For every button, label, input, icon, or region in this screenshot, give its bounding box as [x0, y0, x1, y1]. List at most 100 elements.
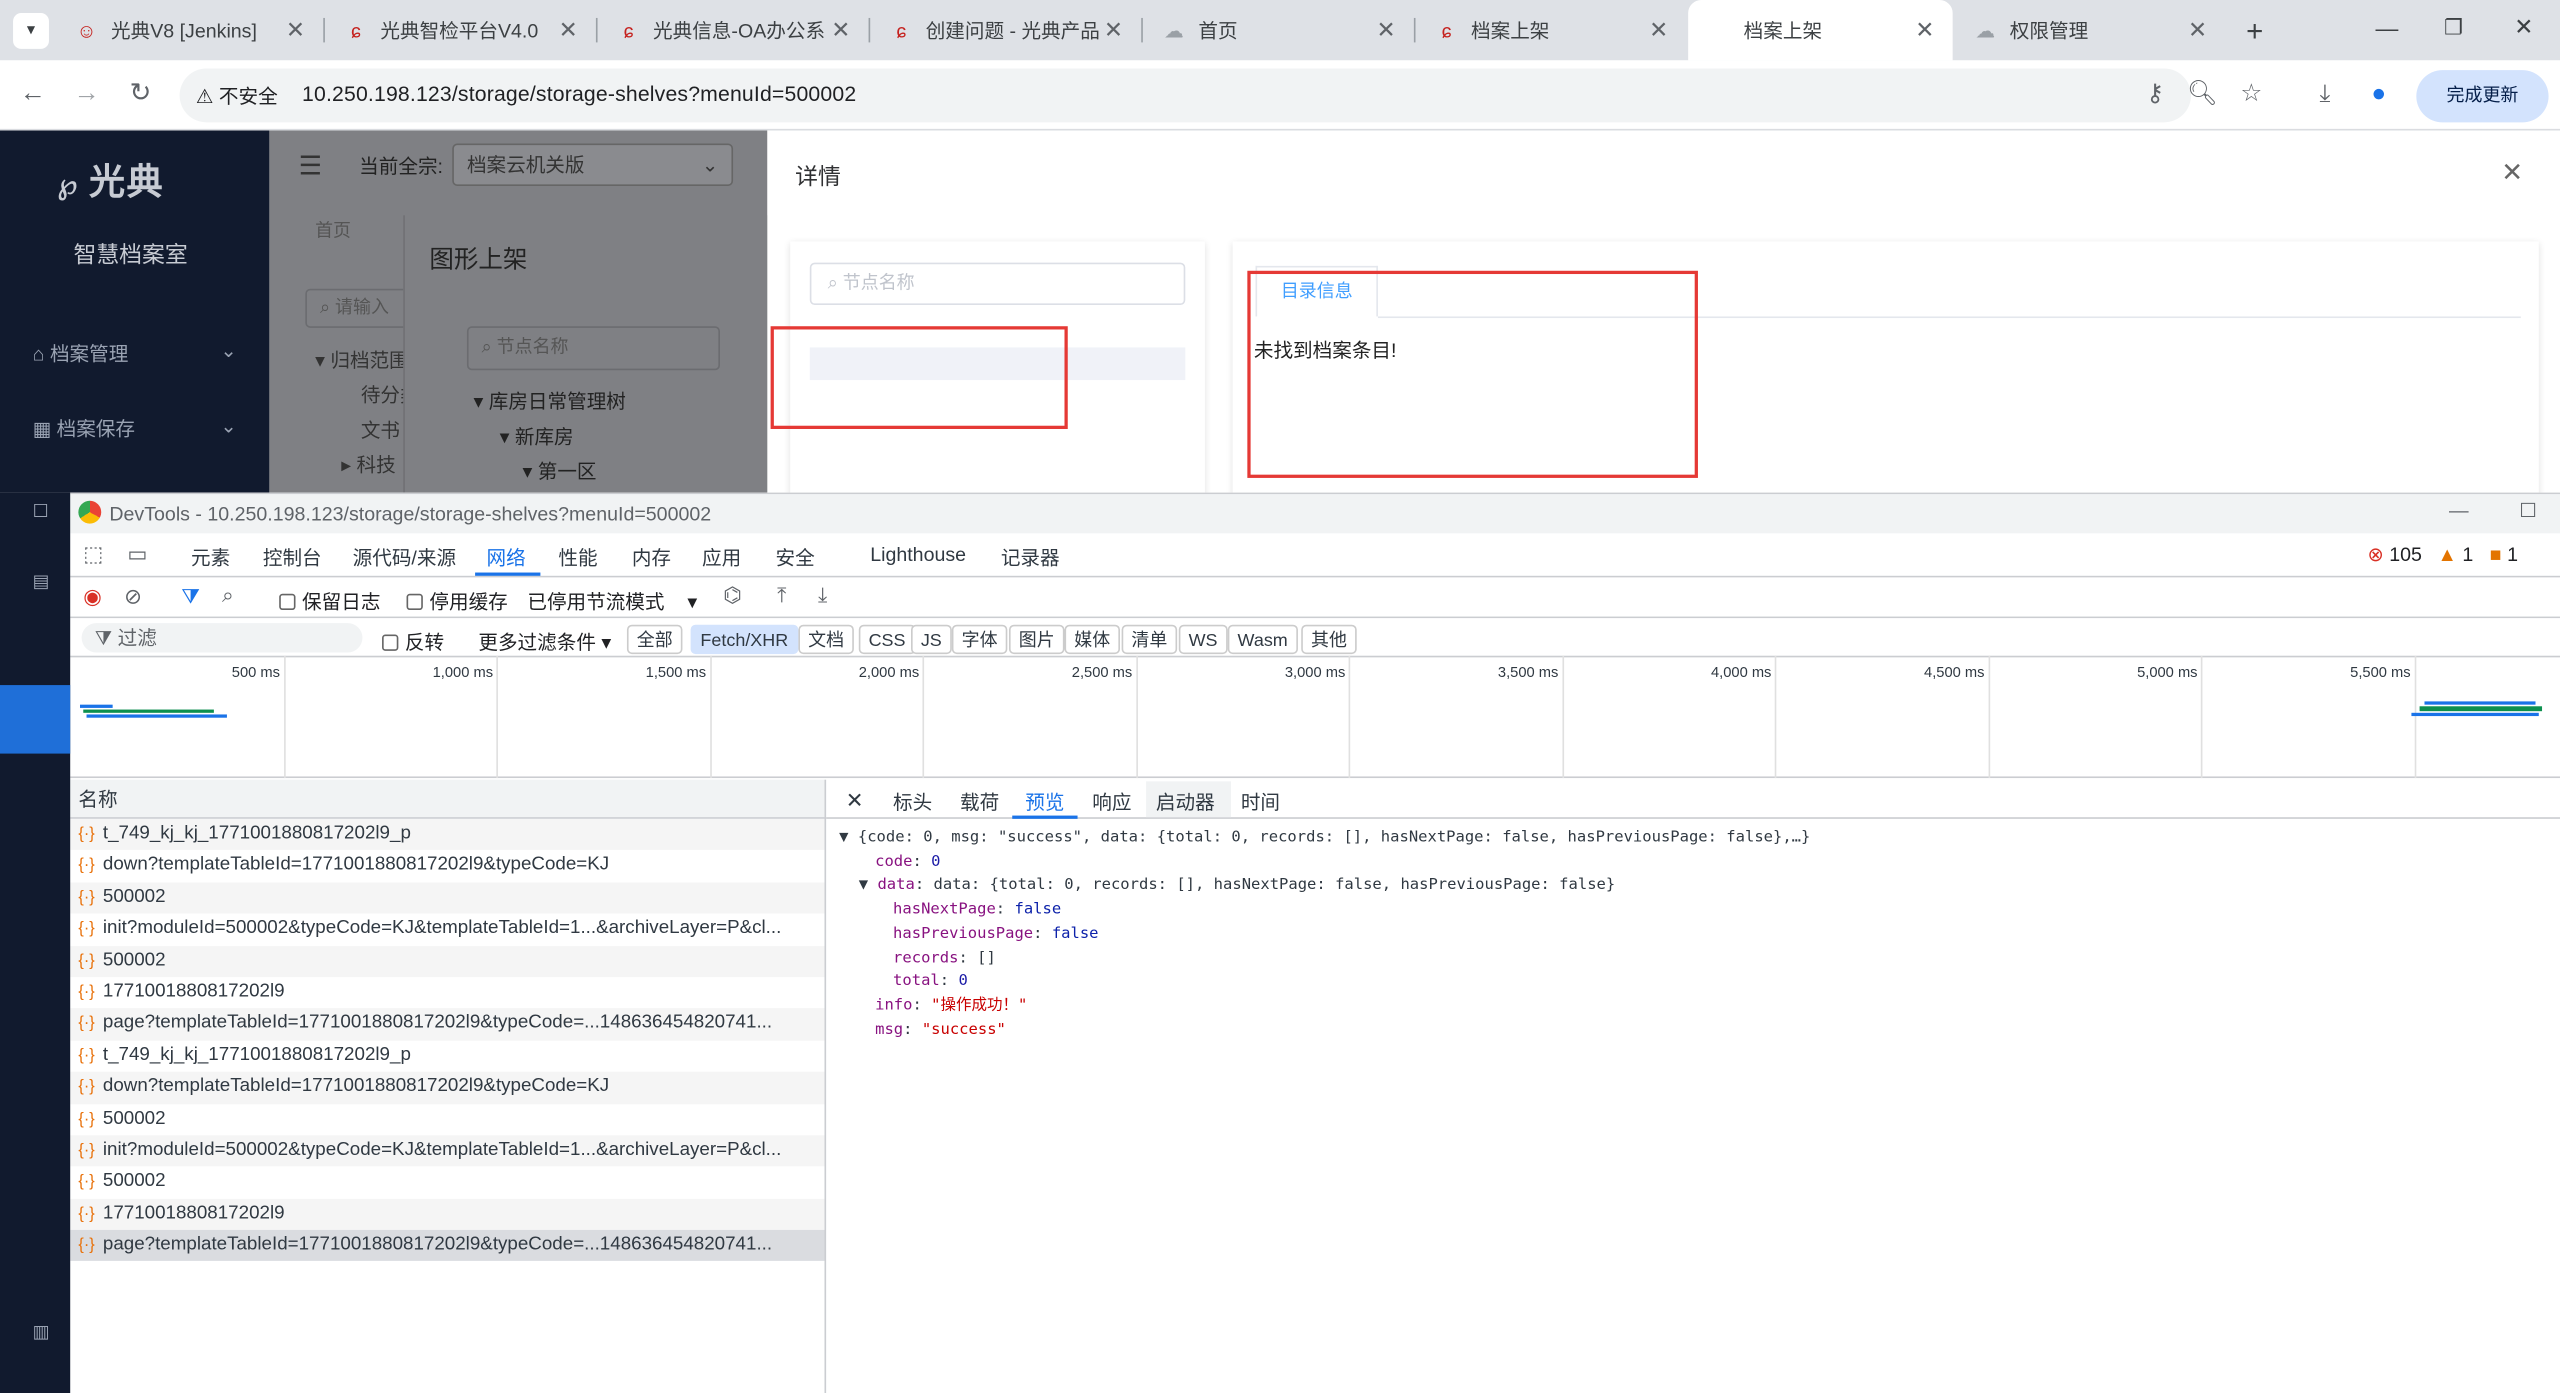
devtools-tab-network[interactable]: 网络 — [487, 543, 526, 571]
filter-ws[interactable]: WS — [1178, 624, 1228, 655]
throttle-select[interactable]: 已停用节流模式 ▾ — [527, 587, 697, 615]
filter-fetch-xhr[interactable]: Fetch/XHR — [690, 624, 799, 655]
devtools-tab-memory[interactable]: 内存 — [632, 543, 671, 571]
browser-tab-permissions[interactable]: ☁ 权限管理 ✕ — [1954, 0, 2225, 60]
filter-img[interactable]: 图片 — [1008, 624, 1065, 655]
devtools-tab-console[interactable]: 控制台 — [263, 543, 322, 571]
reload-icon[interactable]: ↻ — [122, 77, 158, 113]
filter-input[interactable]: ⧩ 过滤 — [81, 623, 363, 653]
filter-icon[interactable]: ⧩ — [181, 584, 200, 610]
devtools-tab-elements[interactable]: 元素 — [191, 543, 230, 571]
dialog-search-input[interactable]: ⌕ 节点名称 — [466, 326, 720, 371]
request-row[interactable]: {·} 500002 — [70, 1167, 824, 1199]
devtools-tab-recorder[interactable]: 记录器 — [1001, 543, 1060, 571]
request-row[interactable]: {·} 500002 — [70, 1103, 824, 1135]
menu-item-archive-management[interactable]: ⌂ 档案管理 ⌄ — [33, 339, 237, 367]
request-row[interactable]: {·} 1771001880817202l9 — [70, 1198, 825, 1231]
detail-tab-timing[interactable]: 时间 — [1241, 788, 1280, 816]
network-conditions-icon[interactable]: ⌬ — [723, 582, 742, 608]
menu-icon[interactable]: ▥ — [33, 1321, 50, 1343]
password-key-icon[interactable]: ⚷ — [2137, 77, 2173, 113]
filter-doc[interactable]: 文档 — [798, 624, 854, 655]
menu-icon[interactable]: ☐ — [33, 501, 49, 522]
menu-item-archive-storage[interactable]: ▦ 档案保存 ⌄ — [33, 414, 237, 442]
close-icon[interactable]: ✕ — [1644, 16, 1673, 44]
url-text[interactable]: 10.250.198.123/storage/storage-shelves?m… — [302, 82, 856, 106]
profile-avatar[interactable]: ● — [2361, 77, 2397, 113]
maximize-button[interactable]: ☐ — [2519, 499, 2537, 522]
zoom-icon[interactable]: 🔍︎ — [2184, 77, 2220, 113]
request-row[interactable]: {·} down?templateTableId=1771001880817202… — [70, 1071, 825, 1104]
tree-node[interactable]: ▾ 新库房 — [500, 422, 574, 450]
request-row[interactable]: {·} t_749_kj_kj_1771001880817202l9_p — [70, 1040, 824, 1072]
browser-tab-jira[interactable]: ɕ 创建问题 - 光典产品 ✕ — [870, 0, 1141, 60]
preserve-log-checkbox[interactable]: 保留日志 — [279, 587, 380, 615]
drawer-close-icon[interactable]: ✕ — [2501, 157, 2523, 190]
detail-tab-payload[interactable]: 载荷 — [960, 788, 999, 816]
filter-js[interactable]: JS — [911, 624, 952, 655]
browser-tab-zhijian[interactable]: ɕ 光典智检平台V4.0 ✕ — [325, 0, 596, 60]
json-root[interactable]: ▼ {code: 0, msg: "success", data: {total… — [839, 827, 1810, 851]
import-har-icon[interactable]: ⤒ — [777, 582, 786, 608]
request-row[interactable]: {·} page?templateTableId=1771001880817202… — [70, 1230, 825, 1262]
address-bar[interactable]: ⚠ 不安全 10.250.198.123/storage/storage-she… — [179, 68, 2192, 123]
filter-font[interactable]: 字体 — [951, 624, 1008, 655]
request-row[interactable]: {·} init?moduleId=500002&typeCode=KJ&temp… — [70, 914, 824, 946]
device-toolbar-icon[interactable]: ▭ — [127, 542, 147, 568]
menu-icon[interactable]: ▤ — [33, 571, 50, 593]
request-row[interactable]: {·} 500002 — [70, 882, 825, 914]
export-har-icon[interactable]: ⤓ — [818, 582, 827, 608]
download-icon[interactable]: ⤓ — [2307, 77, 2343, 113]
filter-media[interactable]: 媒体 — [1064, 624, 1120, 655]
hamburger-icon[interactable]: ☰ — [299, 150, 322, 183]
devtools-tab-sources[interactable]: 源代码/来源 — [353, 543, 456, 571]
request-row[interactable]: {·} init?moduleId=500002&typeCode=KJ&temp… — [70, 1135, 825, 1167]
request-row[interactable]: {·} 500002 — [70, 945, 825, 977]
browser-tab-shelves-1[interactable]: ɕ 档案上架 ✕ — [1416, 0, 1687, 60]
search-icon[interactable]: ⌕ — [222, 582, 234, 608]
bookmark-star-icon[interactable]: ☆ — [2233, 77, 2269, 113]
close-icon[interactable]: ✕ — [281, 16, 310, 44]
invert-checkbox[interactable]: 反转 — [382, 628, 444, 656]
tab-search-button[interactable]: ▾ — [13, 13, 49, 49]
request-row[interactable]: {·} 1771001880817202l9 — [70, 977, 824, 1009]
disable-cache-checkbox[interactable]: 停用缓存 — [406, 587, 508, 615]
close-icon[interactable]: ✕ — [1099, 16, 1128, 44]
security-indicator[interactable]: ⚠ 不安全 — [196, 82, 278, 110]
minimize-button[interactable]: — — [2449, 499, 2469, 522]
network-overview-timeline[interactable]: 500 ms 1,000 ms 1,500 ms 2,000 ms 2,500 ms 3,… — [70, 655, 2560, 779]
request-row[interactable]: {·} t_749_kj_kj_1771001880817202l9_p — [70, 818, 825, 851]
devtools-tab-security[interactable]: 安全 — [776, 543, 815, 571]
devtools-tab-lighthouse[interactable]: Lighthouse — [870, 543, 966, 566]
forward-arrow-icon[interactable]: → — [69, 77, 105, 113]
node-search-input[interactable]: ⌕ 节点名称 — [809, 262, 1186, 306]
close-icon[interactable]: ✕ — [553, 16, 582, 44]
detail-tab-headers[interactable]: 标头 — [893, 788, 932, 816]
browser-tab-jenkins[interactable]: ☺ 光典V8 [Jenkins] ✕ — [56, 0, 324, 60]
inspect-element-icon[interactable]: ⬚ — [83, 542, 103, 568]
tree-node[interactable]: ▾ 库房日常管理树 — [473, 387, 625, 415]
close-icon[interactable]: ✕ — [1910, 16, 1939, 44]
request-row[interactable]: {·} down?templateTableId=1771001880817202… — [70, 850, 824, 882]
browser-tab-shelves-active[interactable]: 档案上架 ✕ — [1688, 0, 1953, 61]
filter-manifest[interactable]: 清单 — [1121, 624, 1178, 655]
error-count[interactable]: ⊗ 105 — [2367, 543, 2422, 566]
more-filters-dropdown[interactable]: 更多过滤条件 ▾ — [478, 628, 611, 656]
filter-css[interactable]: CSS — [858, 624, 916, 655]
close-detail-icon[interactable]: ✕ — [846, 788, 864, 814]
update-button[interactable]: 完成更新 — [2416, 70, 2549, 123]
detail-tab-initiator[interactable]: 启动器 — [1156, 788, 1215, 816]
filter-all[interactable]: 全部 — [626, 624, 683, 655]
json-preview[interactable]: ▼ {code: 0, msg: "success", data: {total… — [839, 827, 1810, 1043]
close-icon[interactable]: ✕ — [1371, 16, 1400, 44]
home-tab[interactable]: 首页 — [315, 217, 351, 243]
issues-count[interactable]: ■ 1 — [2490, 543, 2518, 566]
fonds-select[interactable]: 档案云机关版 ⌄ — [452, 143, 734, 186]
filter-wasm[interactable]: Wasm — [1227, 624, 1298, 655]
detail-tab-response[interactable]: 响应 — [1092, 788, 1131, 816]
close-icon[interactable]: ✕ — [2183, 16, 2212, 44]
tree-node[interactable]: ▸ 科技 — [341, 450, 395, 478]
detail-tab-preview[interactable]: 预览 — [1025, 788, 1064, 816]
browser-tab-home[interactable]: ☁ 首页 ✕ — [1143, 0, 1414, 60]
window-close-button[interactable]: ✕ — [2514, 13, 2533, 41]
